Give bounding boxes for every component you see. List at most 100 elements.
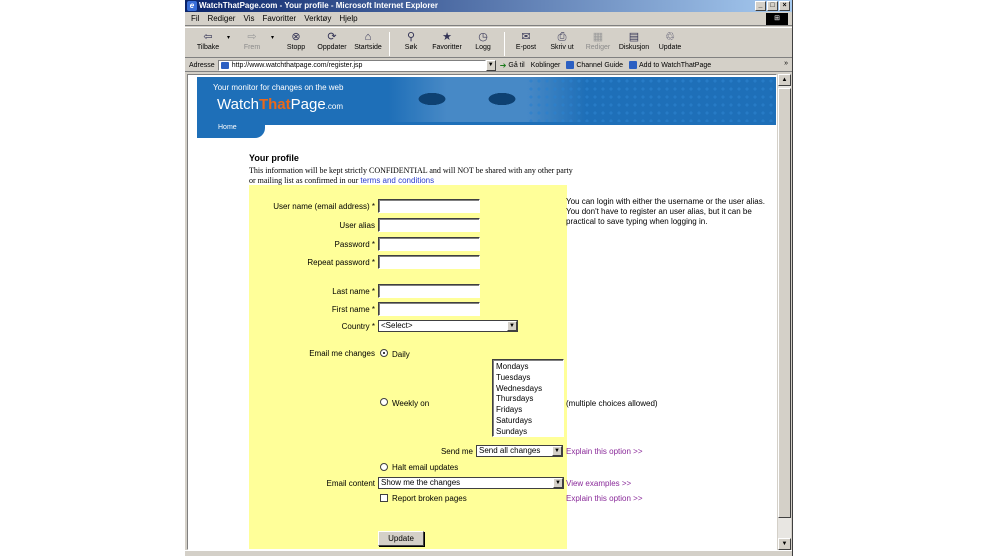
page-icon: [566, 61, 575, 69]
username-label: User name (email address) *: [273, 202, 375, 211]
lastname-label: Last name *: [332, 287, 375, 296]
refresh-icon: ⟳: [327, 31, 337, 43]
print-button[interactable]: ⎙ Skriv ut: [545, 30, 579, 51]
address-dropdown-icon[interactable]: ▼: [485, 59, 496, 71]
forward-dropdown-icon[interactable]: ▾: [271, 34, 277, 41]
chevron-down-icon: ▼: [507, 321, 517, 331]
windows-logo-icon: ⊞: [766, 13, 788, 25]
list-item[interactable]: Tuesdays: [496, 373, 563, 384]
email-content-select[interactable]: Show me the changes ▼: [378, 477, 564, 489]
back-dropdown-icon[interactable]: ▾: [227, 34, 233, 41]
address-label: Adresse: [189, 61, 215, 69]
update-icon: ♲: [665, 31, 675, 43]
list-item[interactable]: Fridays: [496, 405, 563, 416]
list-item[interactable]: Mondays: [496, 362, 563, 373]
links-label[interactable]: Koblinger: [531, 62, 561, 69]
country-label: Country *: [341, 322, 375, 331]
go-button[interactable]: ➔ Gå til: [500, 61, 525, 70]
list-item[interactable]: Saturdays: [496, 416, 563, 427]
daily-label: Daily: [392, 350, 410, 359]
mail-button[interactable]: ✉ E-post: [509, 30, 543, 51]
password-label: Password *: [334, 240, 375, 249]
update-toolbar-button[interactable]: ♲ Update: [653, 30, 687, 51]
daily-radio[interactable]: [380, 349, 388, 357]
profile-form: User name (email address) * User alias P…: [249, 185, 567, 549]
toolbar: ⇦ Tilbake ▾ ⇨ Frem ▾ ⊗ Stopp ⟳ Oppdater …: [185, 27, 792, 58]
vertical-scrollbar[interactable]: ▲ ▼: [778, 74, 791, 550]
minimize-button[interactable]: _: [755, 1, 766, 11]
menu-help[interactable]: Hjelp: [339, 14, 357, 23]
edit-button[interactable]: ▦ Rediger: [581, 30, 615, 51]
home-button[interactable]: ⌂ Startside: [351, 30, 385, 51]
lastname-field[interactable]: [378, 284, 480, 298]
site-nav: Home: [197, 122, 776, 138]
chevron-down-icon: ▼: [553, 478, 563, 488]
page-icon: [629, 61, 638, 69]
address-input[interactable]: http://www.watchthatpage.com/register.js…: [217, 59, 486, 71]
menu-edit[interactable]: Rediger: [207, 14, 235, 23]
menu-view[interactable]: Vis: [243, 14, 254, 23]
view-examples-link[interactable]: View examples >>: [566, 479, 631, 488]
update-button[interactable]: Update: [378, 531, 424, 546]
history-button[interactable]: ◷ Logg: [466, 30, 500, 51]
weekdays-listbox[interactable]: Mondays Tuesdays Wednesdays Thursdays Fr…: [492, 359, 564, 437]
address-url: http://www.watchthatpage.com/register.js…: [231, 61, 363, 69]
edit-icon: ▦: [592, 31, 604, 43]
country-select[interactable]: <Select> ▼: [378, 320, 518, 332]
alias-field[interactable]: [378, 218, 480, 232]
page-viewport: Your monitor for changes on the web Watc…: [187, 74, 777, 550]
report-broken-label: Report broken pages: [392, 494, 467, 503]
favorites-button[interactable]: ★ Favoritter: [430, 30, 464, 51]
halt-updates-radio[interactable]: [380, 463, 388, 471]
menu-tools[interactable]: Verktøy: [304, 14, 331, 23]
menu-favorites[interactable]: Favoritter: [262, 14, 296, 23]
explain-send-option-link[interactable]: Explain this option >>: [566, 447, 643, 456]
list-item[interactable]: Sundays: [496, 427, 563, 438]
confidential-notice: This information will be kept strictly C…: [249, 166, 573, 185]
firstname-label: First name *: [331, 305, 375, 314]
toolbar-separator: [504, 32, 505, 56]
favorites-icon: ★: [442, 31, 452, 43]
refresh-button[interactable]: ⟳ Oppdater: [315, 30, 349, 51]
discuss-icon: ▤: [628, 31, 640, 43]
scroll-up-icon[interactable]: ▲: [778, 74, 791, 86]
search-button[interactable]: ⚲ Søk: [394, 30, 428, 51]
scroll-thumb[interactable]: [778, 88, 791, 518]
search-icon: ⚲: [406, 31, 416, 43]
forward-button[interactable]: ⇨ Frem: [235, 30, 269, 51]
more-links-icon[interactable]: »: [784, 60, 788, 67]
back-button[interactable]: ⇦ Tilbake: [191, 30, 225, 51]
repeat-password-field[interactable]: [378, 255, 480, 269]
stop-button[interactable]: ⊗ Stopp: [279, 30, 313, 51]
scroll-down-icon[interactable]: ▼: [778, 538, 791, 550]
terms-link[interactable]: terms and conditions: [360, 176, 434, 185]
list-item[interactable]: Wednesdays: [496, 384, 563, 395]
site-logo[interactable]: WatchThatPage.com: [217, 96, 343, 113]
profile-intro: Your profile This information will be ke…: [249, 153, 579, 186]
list-item[interactable]: Thursdays: [496, 394, 563, 405]
discuss-button[interactable]: ▤ Diskusjon: [617, 30, 651, 51]
toolbar-separator: [389, 32, 390, 56]
explain-content-option-link[interactable]: Explain this option >>: [566, 494, 643, 503]
send-me-select[interactable]: Send all changes ▼: [476, 445, 563, 457]
email-content-label: Email content: [326, 479, 375, 488]
send-me-label: Send me: [440, 447, 473, 456]
history-icon: ◷: [478, 31, 488, 43]
nav-home-link[interactable]: Home: [197, 122, 265, 138]
login-help-text: You can login with either the username o…: [566, 197, 765, 226]
stop-icon: ⊗: [291, 31, 301, 43]
username-field[interactable]: [378, 199, 480, 213]
link-channel-guide[interactable]: Channel Guide: [566, 61, 623, 69]
alias-label: User alias: [339, 221, 375, 230]
maximize-button[interactable]: □: [767, 1, 778, 11]
link-add-to-watchthatpage[interactable]: Add to WatchThatPage: [629, 61, 711, 69]
weekly-radio[interactable]: [380, 398, 388, 406]
print-icon: ⎙: [557, 31, 567, 43]
home-icon: ⌂: [364, 31, 372, 43]
close-button[interactable]: ×: [779, 1, 790, 11]
password-field[interactable]: [378, 237, 480, 251]
report-broken-checkbox[interactable]: [380, 494, 388, 502]
menu-file[interactable]: Fil: [191, 14, 199, 23]
back-icon: ⇦: [203, 31, 213, 43]
firstname-field[interactable]: [378, 302, 480, 316]
